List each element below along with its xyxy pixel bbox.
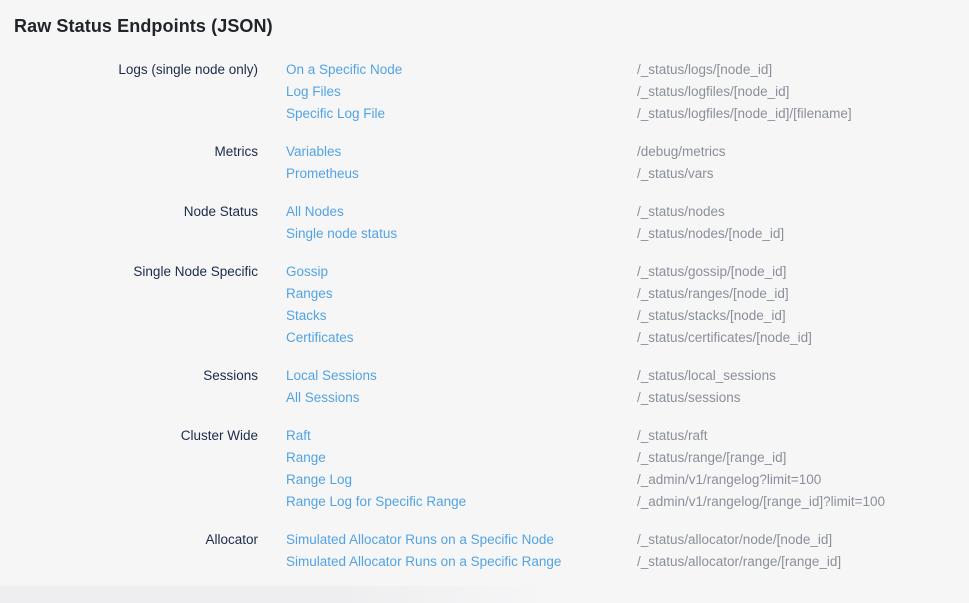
endpoint-path: /debug/metrics xyxy=(637,141,726,163)
endpoint-path: /_admin/v1/rangelog/[range_id]?limit=100 xyxy=(637,491,885,513)
endpoint-group: MetricsVariables/debug/metricsPrometheus… xyxy=(14,141,955,185)
category-label: Node Status xyxy=(14,201,258,223)
endpoint-path: /_status/nodes xyxy=(637,201,725,223)
endpoint-rows: Simulated Allocator Runs on a Specific N… xyxy=(258,529,955,573)
endpoint-link[interactable]: All Sessions xyxy=(286,387,637,409)
endpoint-link[interactable]: Single node status xyxy=(286,223,637,245)
endpoint-group: SessionsLocal Sessions/_status/local_ses… xyxy=(14,365,955,409)
endpoint-path: /_status/allocator/range/[range_id] xyxy=(637,551,841,573)
endpoint-path: /_status/logfiles/[node_id]/[filename] xyxy=(637,103,852,125)
endpoint-link[interactable]: Stacks xyxy=(286,305,637,327)
endpoint-row: Raft/_status/raft xyxy=(286,425,955,447)
endpoint-group: Single Node SpecificGossip/_status/gossi… xyxy=(14,261,955,349)
endpoint-path: /_status/local_sessions xyxy=(637,365,776,387)
endpoint-group: Cluster WideRaft/_status/raftRange/_stat… xyxy=(14,425,955,513)
endpoint-rows: On a Specific Node/_status/logs/[node_id… xyxy=(258,59,955,125)
endpoint-link[interactable]: Simulated Allocator Runs on a Specific N… xyxy=(286,529,637,551)
endpoint-link[interactable]: Gossip xyxy=(286,261,637,283)
endpoint-link[interactable]: Specific Log File xyxy=(286,103,637,125)
bottom-shade-decoration xyxy=(0,586,580,603)
category-label: Cluster Wide xyxy=(14,425,258,447)
endpoint-link[interactable]: On a Specific Node xyxy=(286,59,637,81)
endpoint-row: Range Log/_admin/v1/rangelog?limit=100 xyxy=(286,469,955,491)
endpoint-path: /_status/sessions xyxy=(637,387,741,409)
endpoint-row: All Nodes/_status/nodes xyxy=(286,201,955,223)
endpoint-link[interactable]: Range Log for Specific Range xyxy=(286,491,637,513)
endpoint-link[interactable]: All Nodes xyxy=(286,201,637,223)
endpoint-row: Single node status/_status/nodes/[node_i… xyxy=(286,223,955,245)
endpoint-path: /_status/allocator/node/[node_id] xyxy=(637,529,832,551)
endpoint-row: Local Sessions/_status/local_sessions xyxy=(286,365,955,387)
endpoint-row: Log Files/_status/logfiles/[node_id] xyxy=(286,81,955,103)
endpoint-rows: Variables/debug/metricsPrometheus/_statu… xyxy=(258,141,955,185)
endpoint-row: Simulated Allocator Runs on a Specific N… xyxy=(286,529,955,551)
category-label: Logs (single node only) xyxy=(14,59,258,81)
endpoint-path: /_admin/v1/rangelog?limit=100 xyxy=(637,469,821,491)
endpoint-link[interactable]: Local Sessions xyxy=(286,365,637,387)
endpoint-row: Stacks/_status/stacks/[node_id] xyxy=(286,305,955,327)
endpoint-link[interactable]: Certificates xyxy=(286,327,637,349)
endpoint-row: Certificates/_status/certificates/[node_… xyxy=(286,327,955,349)
endpoint-link[interactable]: Range Log xyxy=(286,469,637,491)
endpoint-path: /_status/raft xyxy=(637,425,708,447)
debug-page: Raw Status Endpoints (JSON) Logs (single… xyxy=(0,0,969,573)
category-label: Sessions xyxy=(14,365,258,387)
endpoint-rows: All Nodes/_status/nodesSingle node statu… xyxy=(258,201,955,245)
endpoint-link[interactable]: Prometheus xyxy=(286,163,637,185)
endpoint-group: Allocator Simulated Allocator Runs on a S… xyxy=(14,529,955,573)
endpoint-path: /_status/logfiles/[node_id] xyxy=(637,81,789,103)
endpoint-rows: Local Sessions/_status/local_sessionsAll… xyxy=(258,365,955,409)
endpoint-group: Logs (single node only) On a Specific Nod… xyxy=(14,59,955,125)
category-label: Metrics xyxy=(14,141,258,163)
endpoint-row: All Sessions/_status/sessions xyxy=(286,387,955,409)
endpoint-row: Gossip/_status/gossip/[node_id] xyxy=(286,261,955,283)
endpoint-row: Ranges/_status/ranges/[node_id] xyxy=(286,283,955,305)
page-title: Raw Status Endpoints (JSON) xyxy=(14,13,955,39)
endpoint-link[interactable]: Log Files xyxy=(286,81,637,103)
endpoint-groups: Logs (single node only) On a Specific Nod… xyxy=(14,59,955,573)
endpoint-path: /_status/ranges/[node_id] xyxy=(637,283,789,305)
endpoint-row: Prometheus/_status/vars xyxy=(286,163,955,185)
endpoint-link[interactable]: Variables xyxy=(286,141,637,163)
endpoint-row: Range Log for Specific Range/_admin/v1/r… xyxy=(286,491,955,513)
endpoint-path: /_status/gossip/[node_id] xyxy=(637,261,786,283)
category-label: Single Node Specific xyxy=(14,261,258,283)
endpoint-group: Node StatusAll Nodes/_status/nodesSingle… xyxy=(14,201,955,245)
endpoint-link[interactable]: Range xyxy=(286,447,637,469)
endpoint-rows: Gossip/_status/gossip/[node_id]Ranges/_s… xyxy=(258,261,955,349)
endpoint-path: /_status/logs/[node_id] xyxy=(637,59,772,81)
endpoint-link[interactable]: Simulated Allocator Runs on a Specific R… xyxy=(286,551,637,573)
endpoint-link[interactable]: Raft xyxy=(286,425,637,447)
endpoint-path: /_status/nodes/[node_id] xyxy=(637,223,784,245)
endpoint-row: Variables/debug/metrics xyxy=(286,141,955,163)
endpoint-row: On a Specific Node/_status/logs/[node_id… xyxy=(286,59,955,81)
endpoint-rows: Raft/_status/raftRange/_status/range/[ra… xyxy=(258,425,955,513)
category-label: Allocator xyxy=(14,529,258,551)
endpoint-row: Specific Log File/_status/logfiles/[node… xyxy=(286,103,955,125)
endpoint-path: /_status/range/[range_id] xyxy=(637,447,786,469)
endpoint-path: /_status/stacks/[node_id] xyxy=(637,305,786,327)
endpoint-row: Simulated Allocator Runs on a Specific R… xyxy=(286,551,955,573)
endpoint-path: /_status/vars xyxy=(637,163,714,185)
endpoint-link[interactable]: Ranges xyxy=(286,283,637,305)
endpoint-row: Range/_status/range/[range_id] xyxy=(286,447,955,469)
endpoint-path: /_status/certificates/[node_id] xyxy=(637,327,812,349)
